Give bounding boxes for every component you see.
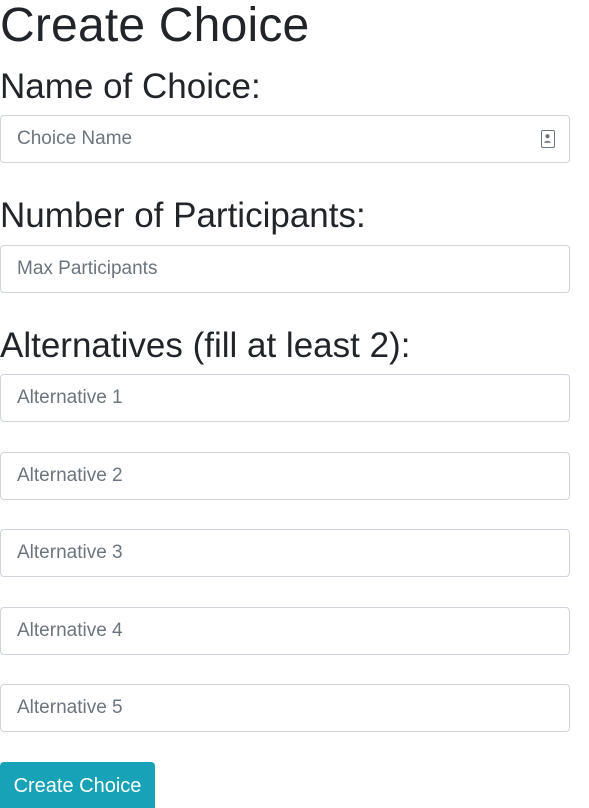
create-choice-button[interactable]: Create Choice bbox=[0, 762, 155, 808]
alternative-field-5[interactable] bbox=[0, 684, 570, 732]
contact-card-icon[interactable] bbox=[541, 130, 555, 148]
choice-name-input[interactable] bbox=[1, 116, 569, 162]
participants-field[interactable] bbox=[0, 245, 570, 293]
max-participants-input[interactable] bbox=[1, 246, 569, 292]
alternative-input-5[interactable] bbox=[1, 685, 569, 731]
alternative-input-2[interactable] bbox=[1, 453, 569, 499]
alternative-field-1[interactable] bbox=[0, 374, 570, 422]
alternative-input-3[interactable] bbox=[1, 530, 569, 576]
alternatives-label: Alternatives (fill at least 2): bbox=[0, 326, 411, 365]
participants-label: Number of Participants: bbox=[0, 196, 366, 235]
choice-name-field[interactable] bbox=[0, 115, 570, 163]
alternative-field-4[interactable] bbox=[0, 607, 570, 655]
choice-name-label: Name of Choice: bbox=[0, 67, 261, 106]
alternative-input-4[interactable] bbox=[1, 608, 569, 654]
alternative-field-2[interactable] bbox=[0, 452, 570, 500]
create-choice-page: Create Choice Name of Choice: Number of … bbox=[0, 0, 589, 808]
page-title: Create Choice bbox=[0, 0, 310, 52]
alternative-input-1[interactable] bbox=[1, 375, 569, 421]
alternative-field-3[interactable] bbox=[0, 529, 570, 577]
